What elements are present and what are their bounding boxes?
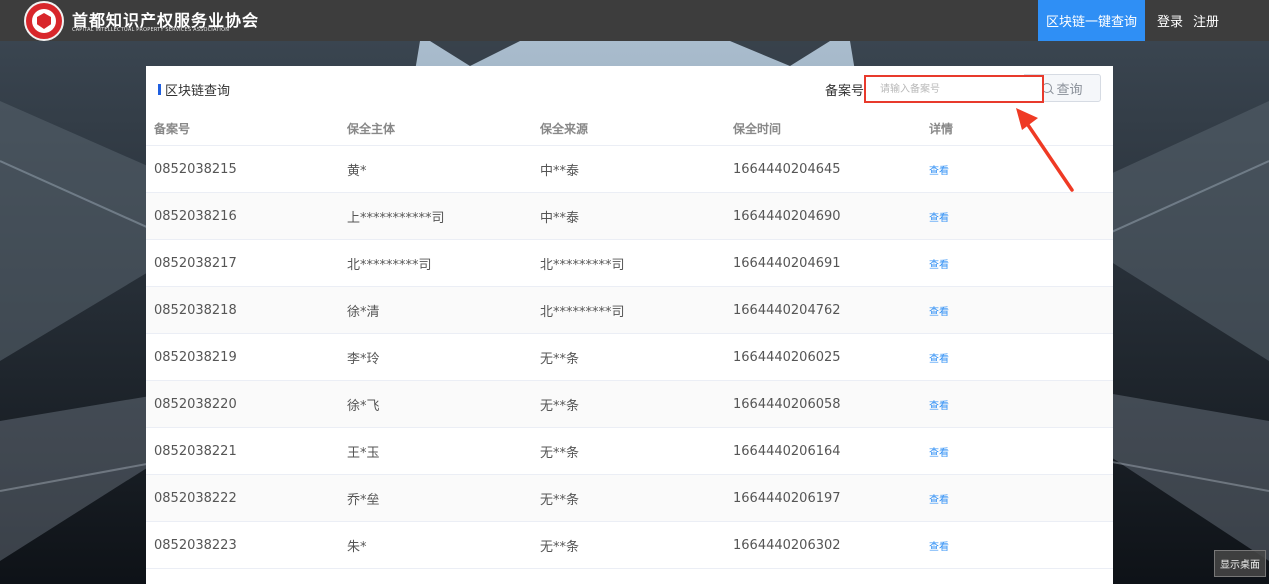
- view-detail-link[interactable]: 查看: [929, 491, 949, 506]
- record-time: 1664440206302: [733, 537, 841, 553]
- record-source: 中**泰: [540, 163, 580, 179]
- view-detail-link[interactable]: 查看: [929, 209, 949, 224]
- table-row: 0852038220 徐*飞 无**条 1664440206058 查看: [146, 381, 1113, 428]
- column-header: 详情: [929, 122, 954, 136]
- table-row: 0852038219 李*玲 无**条 1664440206025 查看: [146, 334, 1113, 381]
- record-number-input[interactable]: [864, 75, 1044, 103]
- record-id: 0852038220: [154, 396, 237, 412]
- record-subject: 乔*垒: [347, 492, 380, 508]
- view-detail-link[interactable]: 查看: [929, 162, 949, 177]
- search-button-label: 查询: [1056, 82, 1083, 98]
- column-header: 保全时间: [733, 122, 782, 136]
- record-source: 无**条: [540, 492, 580, 508]
- association-logo[interactable]: [24, 1, 64, 41]
- table-row: 0852038223 朱* 无**条 1664440206302 查看: [146, 522, 1113, 569]
- record-time: 1664440206058: [733, 396, 841, 412]
- record-time: 1664440206197: [733, 490, 841, 506]
- record-subject: 李*玲: [347, 351, 380, 367]
- annotation-arrow: [1016, 108, 1074, 192]
- view-detail-link[interactable]: 查看: [929, 256, 949, 271]
- column-header: 备案号: [154, 122, 191, 136]
- table-row: 0852038218 徐*清 北*********司 1664440204762…: [146, 287, 1113, 334]
- login-link[interactable]: 登录: [1157, 0, 1183, 41]
- table-row: 0852038222 乔*垒 无**条 1664440206197 查看: [146, 475, 1113, 522]
- record-subject: 朱*: [347, 539, 367, 555]
- record-source: 北*********司: [540, 257, 625, 273]
- record-time: 1664440204690: [733, 208, 841, 224]
- record-subject: 王*玉: [347, 445, 380, 461]
- record-id: 0852038216: [154, 208, 237, 224]
- column-header: 保全来源: [540, 122, 589, 136]
- table-row: 0852038221 王*玉 无**条 1664440206164 查看: [146, 428, 1113, 475]
- record-source: 无**条: [540, 351, 580, 367]
- record-id: 0852038215: [154, 161, 237, 177]
- panel-title: 区块链查询: [158, 80, 230, 99]
- record-source: 无**条: [540, 539, 580, 555]
- records-table: 备案号 保全主体 保全来源 保全时间 详情 0852038215 黄* 中**泰…: [146, 112, 1113, 569]
- show-desktop-button[interactable]: 显示桌面: [1214, 550, 1266, 577]
- record-source: 无**条: [540, 445, 580, 461]
- record-subject: 北*********司: [347, 257, 432, 273]
- view-detail-link[interactable]: 查看: [929, 397, 949, 412]
- record-id: 0852038219: [154, 349, 237, 365]
- column-header: 保全主体: [347, 122, 396, 136]
- record-source: 无**条: [540, 398, 580, 414]
- record-source: 北*********司: [540, 304, 625, 320]
- brand-name-english: CAPITAL INTELLECTUAL PROPERTY SERVICES A…: [72, 27, 230, 33]
- record-subject: 徐*清: [347, 304, 380, 320]
- record-id: 0852038218: [154, 302, 237, 318]
- record-id: 0852038222: [154, 490, 237, 506]
- record-id: 0852038217: [154, 255, 237, 271]
- record-subject: 黄*: [347, 163, 367, 179]
- query-panel: 区块链查询 备案号 查询 备案号 保全主体 保全来源 保全时间 详情 08520…: [146, 66, 1113, 584]
- top-header: 首都知识产权服务业协会 CAPITAL INTELLECTUAL PROPERT…: [0, 0, 1269, 41]
- record-source: 中**泰: [540, 210, 580, 226]
- record-time: 1664440206025: [733, 349, 841, 365]
- table-row: 0852038217 北*********司 北*********司 16644…: [146, 240, 1113, 287]
- panel-title-text: 区块链查询: [165, 84, 231, 99]
- record-time: 1664440204762: [733, 302, 841, 318]
- table-row: 0852038215 黄* 中**泰 1664440204645 查看: [146, 146, 1113, 193]
- view-detail-link[interactable]: 查看: [929, 303, 949, 318]
- table-header: 备案号 保全主体 保全来源 保全时间 详情: [146, 112, 1113, 146]
- record-subject: 上***********司: [347, 210, 445, 226]
- view-detail-link[interactable]: 查看: [929, 350, 949, 365]
- record-subject: 徐*飞: [347, 398, 380, 414]
- record-id: 0852038221: [154, 443, 237, 459]
- view-detail-link[interactable]: 查看: [929, 444, 949, 459]
- title-accent-bar: [158, 84, 161, 95]
- record-time: 1664440204645: [733, 161, 841, 177]
- record-time: 1664440206164: [733, 443, 841, 459]
- table-row: 0852038216 上***********司 中**泰 1664440204…: [146, 193, 1113, 240]
- search-label: 备案号: [825, 84, 865, 99]
- nav-blockchain-query[interactable]: 区块链一键查询: [1038, 0, 1145, 41]
- record-id: 0852038223: [154, 537, 237, 553]
- register-link[interactable]: 注册: [1193, 0, 1219, 41]
- view-detail-link[interactable]: 查看: [929, 538, 949, 553]
- record-time: 1664440204691: [733, 255, 841, 271]
